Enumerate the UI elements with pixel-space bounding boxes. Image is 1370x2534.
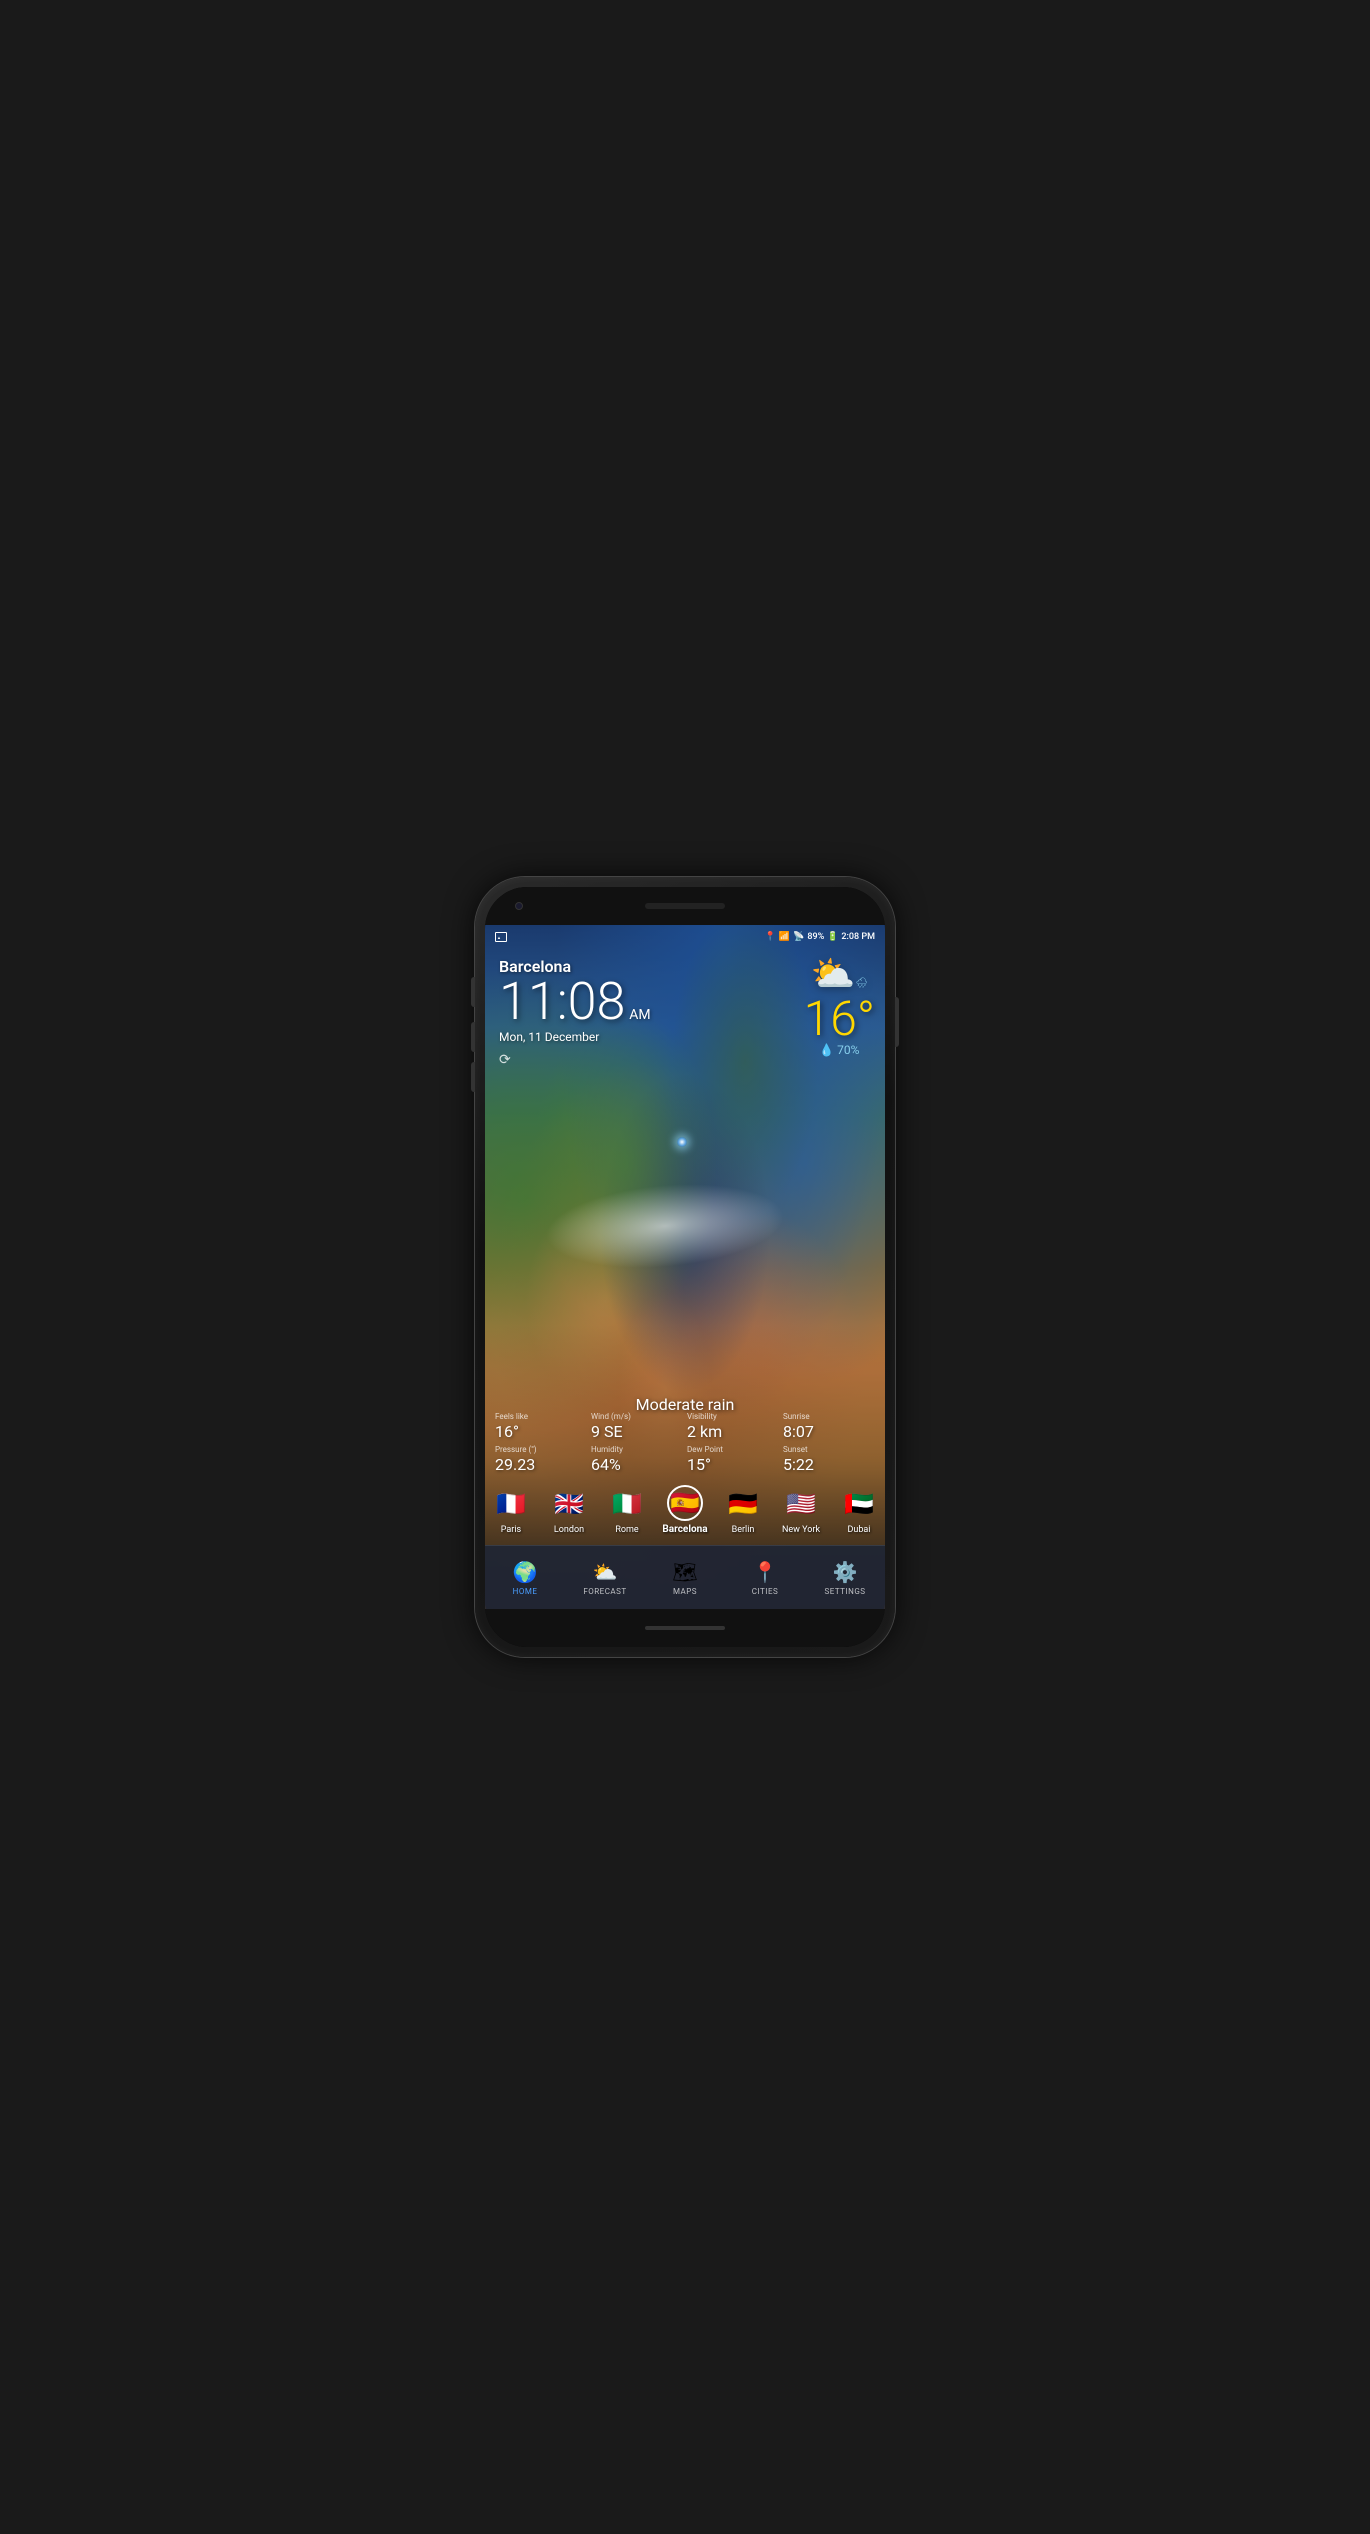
clock-time: 2:08 PM	[841, 932, 875, 942]
dew-label: Dew Point	[687, 1445, 779, 1454]
city-flag: 🇬🇧	[551, 1486, 587, 1522]
time-min: 08	[568, 971, 626, 1032]
city-label: New York	[782, 1525, 820, 1535]
visibility-label: Visibility	[687, 1412, 779, 1421]
cities-strip: 🇫🇷 Paris 🇬🇧 London 🇮🇹 Rome 🇪🇸 Barcelona 🇩🇪 Berlin…	[485, 1475, 885, 1545]
nav-item-home[interactable]: 🌍 HOME	[495, 1554, 555, 1602]
location-icon: 📍	[765, 932, 776, 942]
city-item-paris[interactable]: 🇫🇷 Paris	[485, 1482, 540, 1539]
battery-text: 89%	[807, 932, 824, 942]
sunrise-label: Sunrise	[783, 1412, 875, 1421]
visibility-value: 2 km	[687, 1422, 779, 1441]
pressure-stat: Pressure (") 29.23	[495, 1445, 587, 1474]
city-item-barcelona[interactable]: 🇪🇸 Barcelona	[656, 1481, 714, 1539]
city-item-rome[interactable]: 🇮🇹 Rome	[598, 1482, 656, 1539]
maps-icon: 🗺	[672, 1560, 697, 1584]
sunset-label: Sunset	[783, 1445, 875, 1454]
city-label: London	[554, 1525, 584, 1535]
visibility-stat: Visibility 2 km	[687, 1412, 779, 1441]
city-label: Dubai	[847, 1525, 870, 1535]
city-item-new-york[interactable]: 🇺🇸 New York	[772, 1482, 830, 1539]
maps-nav-label: MAPS	[673, 1587, 697, 1596]
bottom-nav: 🌍 HOME ⛅ FORECAST 🗺 MAPS 📍 CITIES ⚙️ SETTINGS	[485, 1545, 885, 1609]
feels-like-value: 16°	[495, 1422, 587, 1441]
sunrise-stat: Sunrise 8:07	[783, 1412, 875, 1441]
home-nav-label: HOME	[513, 1587, 538, 1596]
humidity-stat-label: Humidity	[591, 1445, 683, 1454]
signal-icon: 📡	[793, 932, 804, 942]
home-icon: 🌍	[513, 1560, 538, 1584]
wifi-icon: 📶	[779, 932, 790, 942]
nav-item-forecast[interactable]: ⛅ FORECAST	[575, 1554, 635, 1602]
status-left	[495, 932, 507, 942]
droplet-icon: 💧	[819, 1043, 834, 1057]
battery-icon: 🔋	[827, 932, 838, 942]
city-label: Berlin	[732, 1525, 755, 1535]
time-ampm: AM	[629, 1007, 650, 1023]
humidity-percent: 70%	[837, 1043, 859, 1057]
status-bar: 📍 📶 📡 89% 🔋 2:08 PM	[485, 925, 885, 949]
wind-stat: Wind (m/s) 9 SE	[591, 1412, 683, 1441]
stats-grid: Feels like 16° Wind (m/s) 9 SE Visibilit…	[485, 1412, 885, 1474]
time-display: 11:08	[499, 976, 625, 1028]
home-indicator	[645, 1626, 725, 1630]
forecast-nav-label: FORECAST	[583, 1587, 626, 1596]
city-flag: 🇫🇷	[493, 1486, 529, 1522]
feels-like-stat: Feels like 16°	[495, 1412, 587, 1441]
phone-frame: 📍 📶 📡 89% 🔋 2:08 PM Barcelona 11:08 AM	[475, 877, 895, 1657]
rain-icon: 🌧	[855, 978, 868, 989]
settings-nav-label: SETTINGS	[824, 1587, 865, 1596]
sunrise-value: 8:07	[783, 1422, 875, 1441]
wind-value: 9 SE	[591, 1422, 683, 1441]
nav-item-cities[interactable]: 📍 CITIES	[735, 1554, 795, 1602]
city-item-london[interactable]: 🇬🇧 London	[540, 1482, 598, 1539]
cities-icon: 📍	[753, 1560, 778, 1584]
camera	[515, 902, 523, 910]
bottom-bezel	[485, 1609, 885, 1647]
cloud-rain-icon: ⛅🌧	[811, 953, 869, 995]
city-label: Rome	[615, 1525, 638, 1535]
temperature-display: 16°	[804, 995, 875, 1043]
cities-nav-label: CITIES	[752, 1587, 779, 1596]
settings-icon: ⚙️	[833, 1560, 858, 1584]
status-right: 📍 📶 📡 89% 🔋 2:08 PM	[765, 932, 875, 942]
city-item-berlin[interactable]: 🇩🇪 Berlin	[714, 1482, 772, 1539]
city-flag: 🇮🇹	[609, 1486, 645, 1522]
city-flag: 🇦🇪	[841, 1486, 877, 1522]
humidity-stat: Humidity 64%	[591, 1445, 683, 1474]
phone-inner: 📍 📶 📡 89% 🔋 2:08 PM Barcelona 11:08 AM	[485, 887, 885, 1647]
weather-right: ⛅🌧 16° 💧 70%	[804, 953, 875, 1057]
city-flag: 🇪🇸	[667, 1485, 703, 1521]
sunset-value: 5:22	[783, 1455, 875, 1474]
screen: 📍 📶 📡 89% 🔋 2:08 PM Barcelona 11:08 AM	[485, 925, 885, 1609]
feels-like-label: Feels like	[495, 1412, 587, 1421]
location-dot	[677, 1137, 687, 1147]
humidity-stat-value: 64%	[591, 1455, 683, 1474]
city-item-dubai[interactable]: 🇦🇪 Dubai	[830, 1482, 885, 1539]
forecast-icon: ⛅	[593, 1560, 618, 1584]
sunset-stat: Sunset 5:22	[783, 1445, 875, 1474]
wind-label: Wind (m/s)	[591, 1412, 683, 1421]
dew-value: 15°	[687, 1455, 779, 1474]
dew-stat: Dew Point 15°	[687, 1445, 779, 1474]
city-label: Barcelona	[662, 1524, 707, 1535]
speaker	[645, 903, 725, 909]
city-flag: 🇩🇪	[725, 1486, 761, 1522]
time-hour: 11	[499, 971, 557, 1032]
nav-item-maps[interactable]: 🗺 MAPS	[655, 1554, 715, 1602]
city-label: Paris	[501, 1525, 521, 1535]
humidity-display: 💧 70%	[819, 1043, 859, 1057]
city-flag: 🇺🇸	[783, 1486, 819, 1522]
pressure-value: 29.23	[495, 1455, 587, 1474]
top-bezel	[485, 887, 885, 925]
image-icon	[495, 932, 507, 942]
pressure-label: Pressure (")	[495, 1445, 587, 1454]
nav-item-settings[interactable]: ⚙️ SETTINGS	[815, 1554, 875, 1602]
